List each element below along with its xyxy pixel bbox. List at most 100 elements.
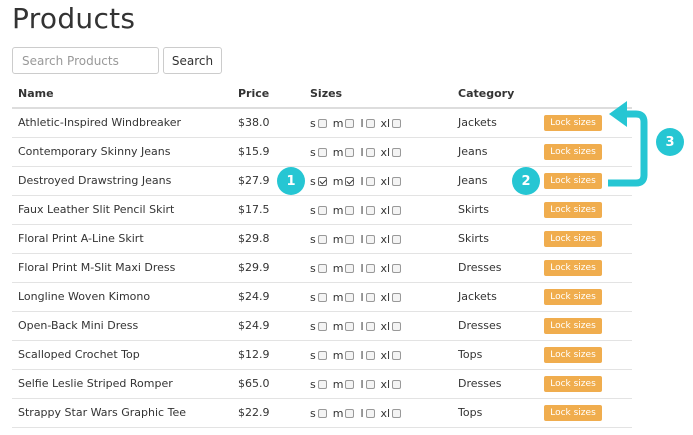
size-checkbox-l[interactable] [365,380,375,389]
size-checkboxes: s m l xl [310,320,407,333]
size-checkbox-s[interactable] [317,119,327,128]
size-checkbox-xl[interactable] [392,380,402,389]
size-checkbox-l[interactable] [365,235,375,244]
size-checkbox-xl[interactable] [392,148,402,157]
lock-sizes-button[interactable]: Lock sizes [544,144,602,160]
size-checkbox-l[interactable] [365,119,375,128]
size-checkbox-l[interactable] [365,148,375,157]
product-price: $22.9 [238,406,270,419]
lock-sizes-button[interactable]: Lock sizes [544,260,602,276]
size-checkbox-l[interactable] [365,322,375,331]
size-checkbox-xl[interactable] [392,322,402,331]
size-label-s: s [310,291,316,304]
lock-sizes-button[interactable]: Lock sizes [544,173,602,189]
size-checkbox-m[interactable] [345,148,355,157]
size-checkbox-m[interactable] [345,119,355,128]
size-label-m: m [332,320,344,333]
size-checkbox-m[interactable] [345,177,355,186]
table-row: Contemporary Skinny Jeans $15.9 s m l xl Jeans… [12,137,632,166]
size-checkboxes: s m l xl [310,146,407,159]
table-row: Faux Leather Slit Pencil Skirt $17.5 s m l xl… [12,195,632,224]
size-checkbox-s[interactable] [317,351,327,360]
lock-sizes-button[interactable]: Lock sizes [544,347,602,363]
size-checkbox-m[interactable] [345,206,355,215]
lock-sizes-button[interactable]: Lock sizes [544,405,602,421]
size-checkbox-l[interactable] [365,409,375,418]
size-checkbox-s[interactable] [317,206,327,215]
search-button[interactable]: Search [163,47,222,74]
table-row: Scalloped Crochet Top $12.9 s m l xl Tops Lock … [12,340,632,369]
size-label-s: s [310,175,316,188]
size-checkbox-xl[interactable] [392,235,402,244]
size-label-xl: xl [380,204,391,217]
size-checkbox-xl[interactable] [392,119,402,128]
size-label-s: s [310,262,316,275]
size-checkbox-xl[interactable] [392,206,402,215]
size-checkbox-l[interactable] [365,206,375,215]
size-checkbox-xl[interactable] [392,264,402,273]
lock-sizes-button[interactable]: Lock sizes [544,318,602,334]
header-sizes: Sizes [310,87,343,100]
size-checkbox-m[interactable] [345,322,355,331]
size-checkbox-m[interactable] [345,380,355,389]
curved-arrow-icon [608,101,648,187]
table-row: Strappy Star Wars Graphic Tee $22.9 s m l xl T… [12,398,632,428]
table-row: Floral Print A-Line Skirt $29.8 s m l xl Skirt… [12,224,632,253]
product-name: Destroyed Drawstring Jeans [18,174,172,187]
size-label-l: l [360,378,364,391]
product-category: Tops [458,406,483,419]
size-checkbox-l[interactable] [365,264,375,273]
product-category: Skirts [458,203,489,216]
size-checkbox-l[interactable] [365,293,375,302]
step-1-badge: 1 [277,167,305,195]
size-checkbox-s[interactable] [317,148,327,157]
search-input[interactable] [12,47,159,74]
size-checkbox-m[interactable] [345,235,355,244]
size-label-m: m [332,407,344,420]
lock-sizes-button[interactable]: Lock sizes [544,376,602,392]
size-label-xl: xl [380,262,391,275]
size-checkbox-s[interactable] [317,177,327,186]
lock-sizes-button[interactable]: Lock sizes [544,289,602,305]
product-category: Jeans [458,174,488,187]
size-checkbox-m[interactable] [345,293,355,302]
size-label-xl: xl [380,349,391,362]
table-row: Open-Back Mini Dress $24.9 s m l xl Dresses Loc… [12,311,632,340]
product-name: Scalloped Crochet Top [18,348,140,361]
lock-sizes-button[interactable]: Lock sizes [544,202,602,218]
size-checkbox-s[interactable] [317,409,327,418]
size-label-l: l [360,320,364,333]
size-label-l: l [360,349,364,362]
table-row: Floral Print M-Slit Maxi Dress $29.9 s m l xl… [12,253,632,282]
size-label-l: l [360,175,364,188]
size-checkbox-s[interactable] [317,264,327,273]
step-2-badge: 2 [512,167,540,195]
product-price: $17.5 [238,203,270,216]
size-checkbox-s[interactable] [317,235,327,244]
size-checkbox-xl[interactable] [392,177,402,186]
size-checkbox-l[interactable] [365,351,375,360]
size-checkbox-xl[interactable] [392,351,402,360]
size-checkbox-m[interactable] [345,264,355,273]
size-checkbox-l[interactable] [365,177,375,186]
size-checkbox-xl[interactable] [392,293,402,302]
product-category: Jackets [458,290,497,303]
size-checkbox-s[interactable] [317,380,327,389]
size-label-xl: xl [380,378,391,391]
table-row: Selfie Leslie Striped Romper $65.0 s m l xl Dr… [12,369,632,398]
size-checkbox-m[interactable] [345,351,355,360]
size-checkbox-m[interactable] [345,409,355,418]
lock-sizes-button[interactable]: Lock sizes [544,115,602,131]
lock-sizes-button[interactable]: Lock sizes [544,231,602,247]
header-category: Category [458,87,515,100]
product-category: Dresses [458,261,502,274]
product-name: Strappy Star Wars Graphic Tee [18,406,186,419]
size-checkboxes: s m l xl [310,378,407,391]
product-name: Floral Print M-Slit Maxi Dress [18,261,176,274]
size-checkbox-s[interactable] [317,293,327,302]
size-label-m: m [332,291,344,304]
size-checkbox-s[interactable] [317,322,327,331]
size-checkbox-xl[interactable] [392,409,402,418]
product-price: $65.0 [238,377,270,390]
size-checkboxes: s m l xl [310,349,407,362]
